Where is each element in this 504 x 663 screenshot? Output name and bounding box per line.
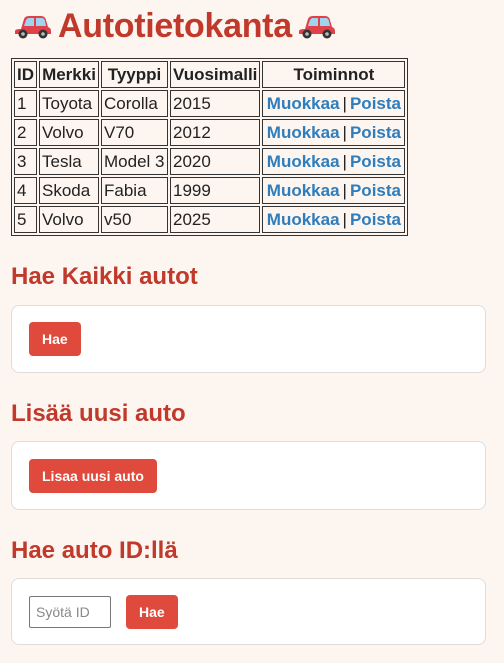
add-car-card: Lisaa uusi auto (11, 441, 486, 510)
cell-vuosimalli: 2020 (170, 148, 261, 175)
cell-tyyppi: Fabia (101, 177, 168, 204)
page: Autotietokanta ID Merkki Tyyppi Vuosimal… (0, 0, 504, 663)
edit-link[interactable]: Muokkaa (267, 210, 340, 229)
action-separator: | (342, 209, 347, 229)
cell-merkki: Tesla (39, 148, 99, 175)
cell-id: 2 (14, 119, 37, 146)
get-by-id-card: Hae (11, 578, 486, 645)
table-header-row: ID Merkki Tyyppi Vuosimalli Toiminnot (14, 61, 406, 88)
edit-link[interactable]: Muokkaa (267, 123, 340, 142)
column-header-merkki: Merkki (39, 61, 99, 88)
table-row: 3 Tesla Model 3 2020 Muokkaa | Poista (14, 148, 406, 175)
action-separator: | (342, 180, 347, 200)
cell-tyyppi: v50 (101, 206, 168, 233)
cell-id: 3 (14, 148, 37, 175)
table-row: 4 Skoda Fabia 1999 Muokkaa | Poista (14, 177, 406, 204)
get-by-id-button[interactable]: Hae (126, 594, 178, 629)
red-car-icon (15, 16, 51, 39)
get-all-button[interactable]: Hae (29, 322, 81, 356)
get-all-card: Hae (11, 305, 486, 373)
cell-vuosimalli: 1999 (170, 177, 261, 204)
add-car-button[interactable]: Lisaa uusi auto (29, 458, 157, 493)
section-title-get-all: Hae Kaikki autot (11, 263, 198, 290)
page-title: Autotietokanta (58, 6, 292, 45)
section-title-get-by-id: Hae auto ID:llä (11, 537, 178, 564)
red-car-icon (298, 16, 335, 39)
cell-tyyppi: V70 (101, 119, 168, 146)
column-header-toiminnot: Toiminnot (262, 61, 406, 88)
edit-link[interactable]: Muokkaa (267, 181, 340, 200)
cell-actions: Muokkaa | Poista (262, 90, 406, 117)
cell-vuosimalli: 2025 (170, 206, 261, 233)
cell-merkki: Volvo (39, 119, 99, 146)
table-row: 1 Toyota Corolla 2015 Muokkaa | Poista (14, 90, 406, 117)
cell-actions: Muokkaa | Poista (262, 119, 406, 146)
delete-link[interactable]: Poista (350, 152, 401, 171)
cell-tyyppi: Model 3 (101, 148, 168, 175)
cell-id: 4 (14, 177, 37, 204)
cars-table: ID Merkki Tyyppi Vuosimalli Toiminnot 1 … (11, 58, 409, 236)
cell-vuosimalli: 2012 (170, 119, 261, 146)
column-header-vuosimalli: Vuosimalli (170, 61, 261, 88)
cell-merkki: Toyota (39, 90, 99, 117)
cell-id: 1 (14, 90, 37, 117)
edit-link[interactable]: Muokkaa (267, 152, 340, 171)
section-title-add-new: Lisää uusi auto (11, 400, 186, 427)
cell-actions: Muokkaa | Poista (262, 177, 406, 204)
action-separator: | (342, 122, 347, 142)
page-title-row: Autotietokanta (14, 4, 336, 48)
cell-id: 5 (14, 206, 37, 233)
cell-merkki: Skoda (39, 177, 99, 204)
action-separator: | (342, 151, 347, 171)
table-row: 2 Volvo V70 2012 Muokkaa | Poista (14, 119, 406, 146)
delete-link[interactable]: Poista (350, 210, 401, 229)
delete-link[interactable]: Poista (350, 123, 401, 142)
action-separator: | (342, 93, 347, 113)
column-header-tyyppi: Tyyppi (101, 61, 168, 88)
delete-link[interactable]: Poista (350, 181, 401, 200)
cell-actions: Muokkaa | Poista (262, 148, 406, 175)
column-header-id: ID (14, 61, 37, 88)
cell-merkki: Volvo (39, 206, 99, 233)
delete-link[interactable]: Poista (350, 94, 401, 113)
cell-vuosimalli: 2015 (170, 90, 261, 117)
car-id-input[interactable] (29, 595, 111, 628)
edit-link[interactable]: Muokkaa (267, 94, 340, 113)
cell-actions: Muokkaa | Poista (262, 206, 406, 233)
cell-tyyppi: Corolla (101, 90, 168, 117)
table-row: 5 Volvo v50 2025 Muokkaa | Poista (14, 206, 406, 233)
